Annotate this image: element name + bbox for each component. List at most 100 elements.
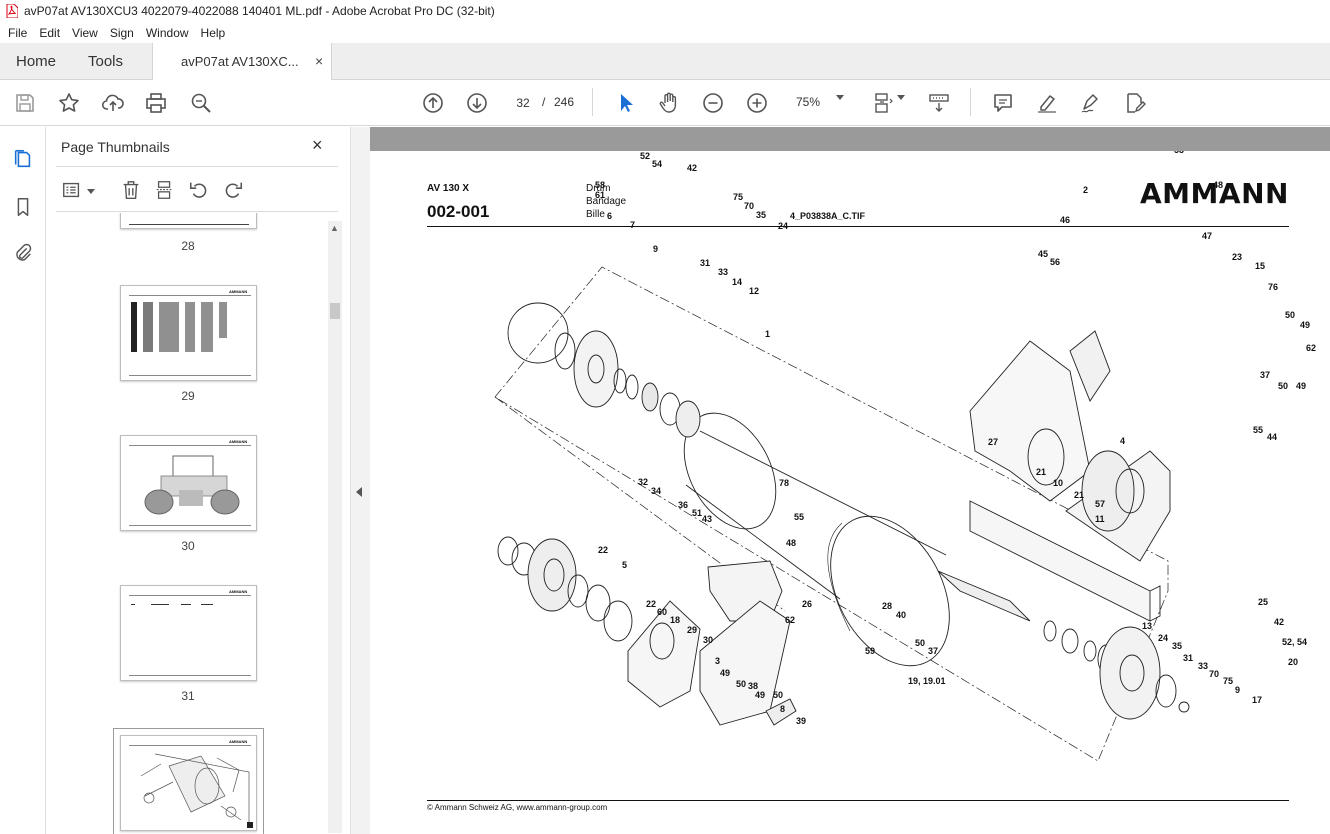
upload-icon[interactable] bbox=[100, 90, 126, 116]
thumbnail-options-caret-icon[interactable] bbox=[87, 189, 95, 194]
toolbar-divider bbox=[970, 88, 971, 116]
part-callout-label: 9 bbox=[653, 244, 658, 254]
part-callout-label: 39 bbox=[796, 716, 806, 726]
part-callout-label: 22 bbox=[646, 599, 656, 609]
zoom-out-icon[interactable] bbox=[700, 90, 726, 116]
part-callout-label: 30 bbox=[703, 635, 713, 645]
collapse-panel-icon[interactable] bbox=[356, 487, 362, 497]
attachment-icon[interactable] bbox=[11, 241, 35, 265]
page-number-input[interactable]: 32 bbox=[508, 90, 538, 114]
star-icon[interactable] bbox=[56, 90, 82, 116]
select-arrow-icon[interactable] bbox=[612, 90, 638, 116]
zoom-search-icon[interactable] bbox=[188, 90, 214, 116]
panel-title: Page Thumbnails bbox=[61, 139, 170, 155]
part-callout-label: 75 bbox=[733, 192, 743, 202]
left-navigation-rail bbox=[0, 127, 46, 834]
thumbnail-scrollbar[interactable]: ▲ bbox=[328, 221, 342, 833]
scroll-up-icon[interactable]: ▲ bbox=[330, 223, 339, 233]
tab-tools[interactable]: Tools bbox=[88, 53, 123, 70]
pdf-page: AV 130 X 002-001 Drum Bandage Bille 4_P0… bbox=[370, 151, 1330, 834]
thumbnail-list[interactable]: 28 AMMANN 29 AMMANN 30 AMMANN 31 AMMANN bbox=[46, 213, 350, 834]
thumbnail-options-icon[interactable] bbox=[60, 178, 84, 202]
part-callout-label: 20 bbox=[1288, 657, 1298, 667]
rotate-right-icon[interactable] bbox=[221, 178, 245, 202]
part-callout-label: 40 bbox=[896, 610, 906, 620]
page-up-icon[interactable] bbox=[420, 90, 446, 116]
part-callout-label: 19, 19.01 bbox=[908, 676, 946, 686]
thumbnail-page-32[interactable]: AMMANN bbox=[120, 735, 257, 831]
part-callout-label: 28 bbox=[882, 601, 892, 611]
part-callout-label: 14 bbox=[732, 277, 742, 287]
menu-window[interactable]: Window bbox=[140, 26, 195, 40]
extract-page-icon[interactable] bbox=[153, 178, 177, 202]
page-thumbnails-icon[interactable] bbox=[11, 147, 35, 171]
part-callout-label: 8 bbox=[780, 704, 785, 714]
part-callout-label: 48 bbox=[786, 538, 796, 548]
thumbnail-tools bbox=[46, 175, 350, 205]
hand-icon[interactable] bbox=[656, 90, 682, 116]
part-callout-label: 24 bbox=[1158, 633, 1168, 643]
fill-sign-icon[interactable] bbox=[1122, 90, 1148, 116]
part-callout-label: 18 bbox=[670, 615, 680, 625]
part-callout-label: 12 bbox=[749, 286, 759, 296]
part-callout-label: 55 bbox=[794, 512, 804, 522]
part-callout-label: 61 bbox=[595, 190, 605, 200]
page-down-icon[interactable] bbox=[464, 90, 490, 116]
scrollbar-thumb[interactable] bbox=[330, 303, 340, 319]
sign-icon[interactable] bbox=[1078, 90, 1104, 116]
part-callout-label: 54 bbox=[652, 159, 662, 169]
part-callout-label: 70 bbox=[1209, 669, 1219, 679]
thumbnail-page-31[interactable]: AMMANN bbox=[120, 585, 257, 681]
tab-document[interactable]: avP07at AV130XC... × bbox=[152, 43, 332, 80]
menu-view[interactable]: View bbox=[66, 26, 104, 40]
save-icon[interactable] bbox=[12, 90, 38, 116]
delete-page-icon[interactable] bbox=[119, 178, 143, 202]
part-callout-label: 48 bbox=[1213, 180, 1223, 190]
page-fit-icon[interactable] bbox=[870, 90, 896, 116]
main-toolbar: 32 / 246 75% bbox=[0, 80, 1330, 126]
part-callout-label: 70 bbox=[744, 201, 754, 211]
part-callout-label: 56 bbox=[1050, 257, 1060, 267]
panel-close-icon[interactable]: × bbox=[312, 135, 323, 156]
tab-close-icon[interactable]: × bbox=[315, 53, 323, 69]
highlight-icon[interactable] bbox=[1034, 90, 1060, 116]
bookmark-icon[interactable] bbox=[11, 195, 35, 219]
thumbnail-page-29[interactable]: AMMANN bbox=[120, 285, 257, 381]
part-callout-label: 36 bbox=[678, 500, 688, 510]
menu-sign[interactable]: Sign bbox=[104, 26, 140, 40]
menu-help[interactable]: Help bbox=[195, 26, 232, 40]
part-callout-label: 58 bbox=[595, 180, 605, 190]
tab-document-label: avP07at AV130XC... bbox=[181, 54, 299, 69]
panel-splitter[interactable] bbox=[350, 127, 370, 834]
panel-divider bbox=[56, 211, 338, 212]
comment-icon[interactable] bbox=[990, 90, 1016, 116]
part-callout-label: 33 bbox=[1198, 661, 1208, 671]
scroll-mode-icon[interactable] bbox=[926, 90, 952, 116]
zoom-in-icon[interactable] bbox=[744, 90, 770, 116]
part-callout-label: 49 bbox=[1300, 320, 1310, 330]
part-callout-label: 3 bbox=[715, 656, 720, 666]
thumbnail-page-30[interactable]: AMMANN bbox=[120, 435, 257, 531]
document-view[interactable]: AV 130 X 002-001 Drum Bandage Bille 4_P0… bbox=[370, 127, 1330, 834]
part-callout-label: 9 bbox=[1235, 685, 1240, 695]
zoom-level-select[interactable]: 75% bbox=[790, 90, 850, 114]
part-callout-label: 46 bbox=[1060, 215, 1070, 225]
page-fit-caret-icon[interactable] bbox=[897, 95, 905, 100]
part-callout-label: 76 bbox=[1268, 282, 1278, 292]
part-callout-label: 50 bbox=[773, 690, 783, 700]
menu-edit[interactable]: Edit bbox=[33, 26, 66, 40]
print-icon[interactable] bbox=[143, 90, 169, 116]
page-footer-text: © Ammann Schweiz AG, www.ammann-group.co… bbox=[427, 803, 608, 812]
part-callout-label: 57 bbox=[1095, 499, 1105, 509]
diagram-callouts: 4152544258616797570352431331412168537855… bbox=[595, 151, 1316, 726]
zoom-dropdown-caret-icon[interactable] bbox=[836, 95, 844, 100]
part-callout-label: 47 bbox=[1202, 231, 1212, 241]
part-callout-label: 44 bbox=[1267, 432, 1277, 442]
rotate-left-icon[interactable] bbox=[187, 178, 211, 202]
toolbar-divider bbox=[592, 88, 593, 116]
tab-home[interactable]: Home bbox=[16, 53, 56, 70]
part-callout-label: 42 bbox=[687, 163, 697, 173]
thumbnail-page-28[interactable] bbox=[120, 213, 257, 229]
menu-file[interactable]: File bbox=[2, 26, 33, 40]
part-callout-label: 55 bbox=[1253, 425, 1263, 435]
